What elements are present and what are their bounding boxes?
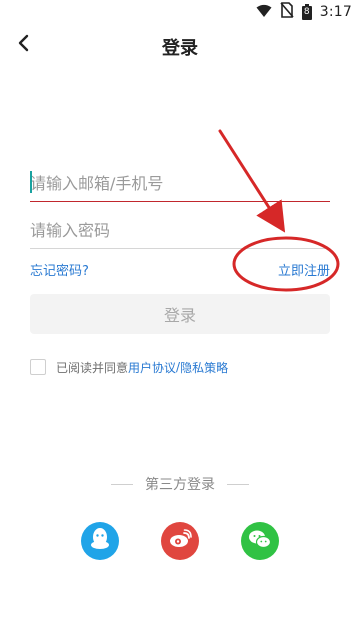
header: 登录 — [0, 24, 360, 68]
forgot-password-link[interactable]: 忘记密码? — [30, 260, 89, 279]
register-link[interactable]: 立即注册 — [278, 260, 330, 279]
login-button[interactable]: 登录 — [30, 294, 330, 334]
battery-icon: 8 — [301, 4, 312, 20]
qq-login-button[interactable] — [81, 522, 119, 560]
agreement-row: 已阅读并同意 用户协议 / 隐私策略 — [30, 358, 228, 376]
third-party-label: 第三方登录 — [145, 477, 215, 493]
divider-line-left — [111, 483, 133, 485]
agree-text: 已阅读并同意 — [56, 360, 129, 375]
password-input[interactable] — [30, 212, 330, 248]
battery-level: 8 — [303, 6, 310, 17]
divider-line-right — [227, 483, 249, 485]
status-bar: 8 3:17 — [0, 0, 360, 24]
email-input[interactable] — [30, 165, 330, 201]
no-sim-icon — [280, 2, 294, 22]
wifi-icon — [256, 3, 272, 22]
status-icons: 8 3:17 — [256, 2, 352, 22]
privacy-policy-link[interactable]: 隐私策略 — [180, 359, 228, 376]
email-field[interactable] — [30, 165, 330, 202]
wechat-login-button[interactable] — [241, 522, 279, 560]
password-field[interactable] — [30, 212, 330, 249]
weibo-icon — [168, 529, 192, 553]
user-agreement-link[interactable]: 用户协议 — [128, 359, 176, 376]
weibo-login-button[interactable] — [161, 522, 199, 560]
social-login-row — [0, 522, 360, 562]
text-cursor — [30, 171, 32, 193]
status-time: 3:17 — [319, 4, 352, 20]
third-party-divider: 第三方登录 — [0, 474, 360, 494]
qq-icon — [89, 527, 111, 555]
agree-checkbox[interactable] — [30, 359, 46, 375]
wechat-icon — [248, 529, 272, 553]
page-title: 登录 — [162, 38, 198, 59]
